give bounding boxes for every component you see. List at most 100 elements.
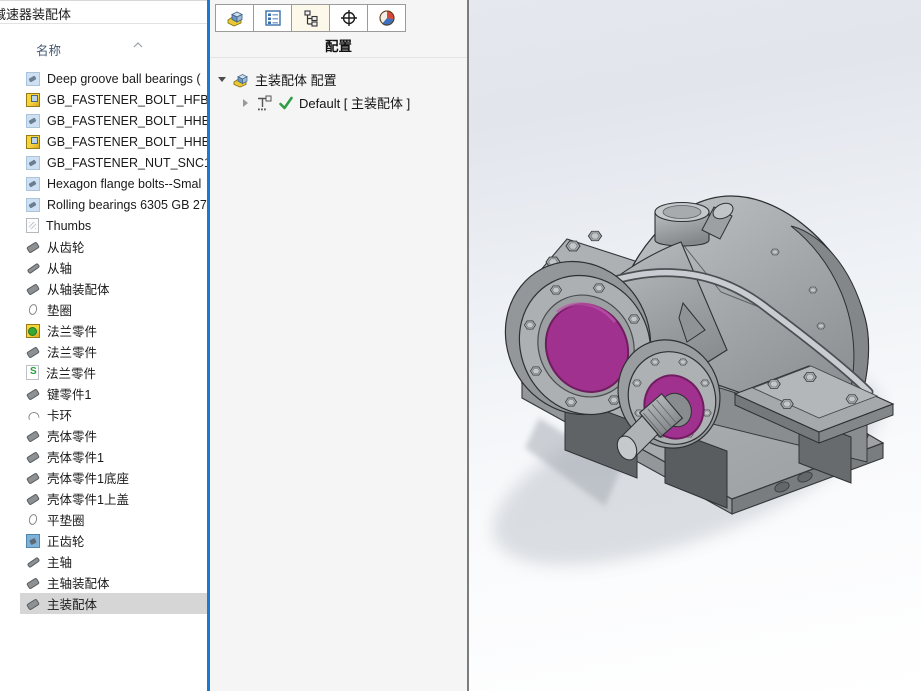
list-item[interactable]: GB_FASTENER_NUT_SNC1 M [0,152,207,173]
tree-item-label: Default [ 主装配体 ] [299,96,411,111]
wps-green-icon [26,365,39,380]
part-blue-icon [26,113,40,128]
color-wheel-icon [378,10,394,26]
crosshair-icon [340,10,357,26]
file-label: 主装配体 [47,598,98,612]
list-item[interactable]: 法兰零件 [0,362,207,383]
propertymanager-tab[interactable] [254,4,292,32]
list-item[interactable]: Hexagon flange bolts--Smal [0,173,207,194]
file-label: Hexagon flange bolts--Smal [47,176,202,191]
file-label: 从齿轮 [47,241,85,255]
file-label: GB_FASTENER_NUT_SNC1 M [47,155,207,170]
list-item[interactable]: 壳体零件1上盖 [0,488,207,509]
part-gray-icon [26,282,40,296]
list-item[interactable]: 法兰零件 [0,341,207,362]
collapse-arrow-icon[interactable] [218,77,226,82]
file-label: 卡环 [47,409,73,423]
tree-item-default-configuration[interactable]: Default [ 主装配体 ] [210,91,467,114]
list-item[interactable]: 键零件1 [0,383,207,404]
file-label: GB_FASTENER_BOLT_HHBFT( [47,134,207,149]
list-item[interactable]: 从轴装配体 [0,278,207,299]
file-label: 从轴 [47,262,73,276]
assembly-icon [232,71,250,89]
list-item[interactable]: Thumbs [0,215,207,236]
expand-arrow-icon[interactable] [243,98,248,107]
property-list-icon [264,10,281,26]
file-label: 平垫圈 [47,514,85,528]
list-item[interactable]: 主轴装配体 [0,572,207,593]
column-header-name[interactable]: 名称 [36,40,61,59]
part-gray-icon [26,597,40,611]
file-label: GB_FASTENER_BOLT_HFBSS [47,92,207,107]
list-item[interactable]: Deep groove ball bearings ( [0,68,207,89]
model-gearbox [492,195,895,566]
tree-item-label: 主装配体 配置 [255,73,337,88]
part-blue-icon [26,197,40,212]
file-label: 主轴 [47,556,73,570]
part-blue-icon [26,71,40,86]
part-bluebox-icon [26,533,40,548]
assembly-icon [227,11,243,27]
file-label: 壳体零件1底座 [47,472,129,486]
file-label: 法兰零件 [47,346,98,360]
part-gray-icon [26,471,40,485]
list-item[interactable]: 从轴 [0,257,207,278]
sort-ascending-icon[interactable] [133,35,143,53]
part-gray-icon [26,240,40,254]
shaft-gray-icon [26,555,40,569]
part-blue-icon [26,155,40,170]
list-item[interactable]: 垫圈 [0,299,207,320]
list-item[interactable]: 平垫圈 [0,509,207,530]
part-gray-icon [26,492,40,506]
file-label: 从轴装配体 [47,283,110,297]
file-label: 法兰零件 [47,325,98,339]
folder-title: 减速器装配体 [0,7,72,22]
arc-gray-icon [26,408,40,422]
featuremanager-tab[interactable] [215,4,254,32]
configurations-icon [303,10,318,27]
viewport[interactable]: A [469,0,921,691]
file-label: 正齿轮 [47,535,85,549]
part-blue-icon [26,176,40,191]
list-item[interactable]: 壳体零件 [0,425,207,446]
assembly-yellow-icon [26,134,40,149]
screen: 减速器装配体 名称 Deep groove ball bearings ( GB_… [0,0,921,691]
file-label: 法兰零件 [46,367,97,381]
list-item[interactable]: 正齿轮 [0,530,207,551]
checkmark-icon [278,95,294,111]
list-item[interactable]: 主轴 [0,551,207,572]
file-label: 壳体零件1上盖 [47,493,129,507]
configuration-panel: 配置 主装配体 配置 Default [主装配体] [210,0,467,691]
doc-icon [26,218,39,233]
dimxpertmanager-tab[interactable] [330,4,368,32]
part-gray-icon [26,429,40,443]
ring-gray-icon [26,303,40,317]
tree-item-assembly-configurations[interactable]: 主装配体 配置 [210,68,467,91]
configuration-tree: 主装配体 配置 Default [ 主装配体 ] [210,68,467,114]
list-item[interactable]: GB_FASTENER_BOLT_HHBFT( [0,131,207,152]
manager-tab-bar [215,4,406,32]
list-item[interactable]: GB_FASTENER_BOLT_HFBSS [0,89,207,110]
file-label: Rolling bearings 6305 GB 27 [47,197,207,212]
list-item[interactable]: 主装配体 [0,593,207,614]
list-item[interactable]: 壳体零件1底座 [0,467,207,488]
assembly-yellow-icon [26,92,40,107]
panel-title: 配置 [210,32,467,58]
divider [0,23,207,24]
list-item[interactable]: 法兰零件 [0,320,207,341]
list-item[interactable]: 从齿轮 [0,236,207,257]
file-label: 键零件1 [47,388,92,402]
configuration-manager-tab[interactable] [292,4,330,32]
list-item[interactable]: Rolling bearings 6305 GB 27 [0,194,207,215]
part-gray-icon [26,576,40,590]
list-item[interactable]: 壳体零件1 [0,446,207,467]
part-gray-icon [26,345,40,359]
displaymanager-tab[interactable] [368,4,406,32]
configuration-icon [255,94,273,112]
file-label: 垫圈 [47,304,73,318]
part-gray-icon [26,387,40,401]
ring-gray-icon [26,513,40,527]
part-gray-icon [26,450,40,464]
list-item[interactable]: 卡环 [0,404,207,425]
list-item[interactable]: GB_FASTENER_BOLT_HHBFT( [0,110,207,131]
